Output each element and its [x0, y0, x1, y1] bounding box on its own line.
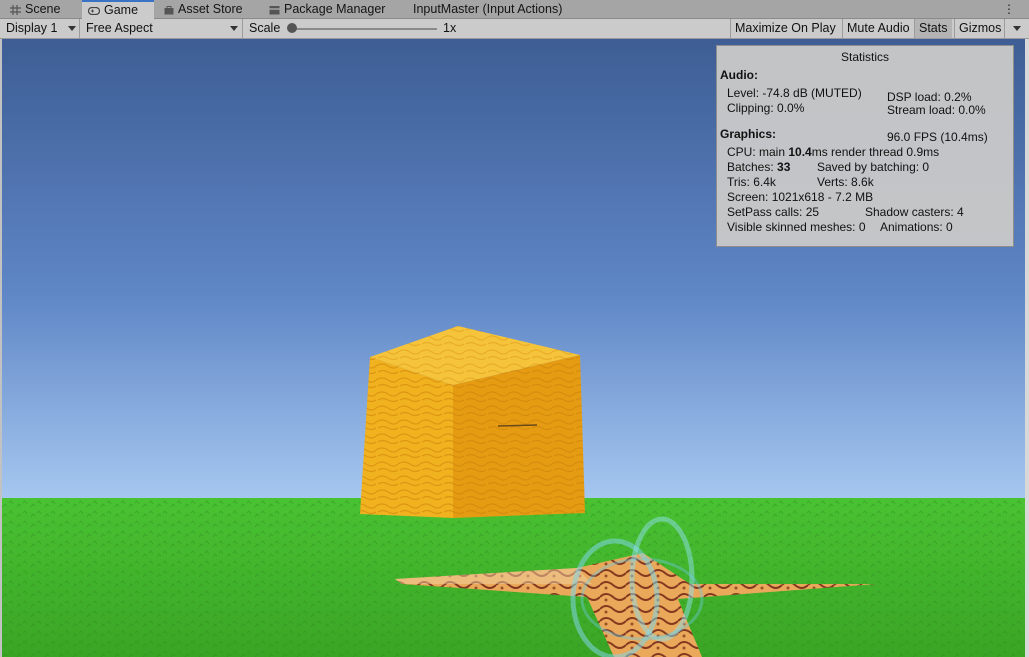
stats-batches: Batches: 33: [727, 160, 790, 174]
stats-batches-value: 33: [777, 160, 791, 174]
gamepad-icon: [88, 6, 100, 15]
tab-asset-store[interactable]: Asset Store: [164, 0, 243, 19]
tab-scene-label: Scene: [25, 2, 61, 16]
stats-saved-batching: Saved by batching: 0: [817, 160, 930, 174]
stats-audio-header: Audio:: [720, 68, 758, 82]
aspect-dropdown[interactable]: Free Aspect: [80, 19, 243, 38]
tab-package-manager-label: Package Manager: [284, 2, 386, 16]
stats-batches-prefix: Batches:: [727, 160, 778, 174]
stats-dsp-load: DSP load: 0.2%: [887, 90, 972, 104]
viewport-edge: [1025, 39, 1029, 657]
scale-slider-track[interactable]: [291, 28, 437, 30]
stats-verts: Verts: 8.6k: [817, 175, 874, 189]
scale-value: 1x: [443, 21, 457, 35]
statistics-panel: Statistics Audio: Level: -74.8 dB (MUTED…: [716, 45, 1014, 247]
stats-audio-level: Level: -74.8 dB (MUTED): [727, 86, 862, 100]
stats-graphics-header: Graphics:: [720, 127, 777, 141]
tab-game-label: Game: [104, 3, 139, 17]
stats-stream-load: Stream load: 0.0%: [887, 103, 986, 117]
game-view-toolbar: Display 1 Free Aspect Scale 1x Maximize …: [0, 19, 1029, 39]
stats-button[interactable]: Stats: [914, 19, 952, 38]
stats-cpu-prefix: CPU: main: [727, 145, 789, 159]
stats-tris: Tris: 6.4k: [727, 175, 776, 189]
stats-title: Statistics: [840, 50, 889, 64]
chevron-down-icon: [1013, 26, 1021, 31]
aspect-dropdown-label: Free Aspect: [86, 21, 153, 35]
scale-slider-handle[interactable]: [287, 23, 297, 33]
editor-tab-bar: Scene Game Asset Store Package Manager I…: [0, 0, 1029, 19]
tab-asset-store-label: Asset Store: [178, 2, 243, 16]
package-icon: [269, 5, 280, 15]
grid-icon: [10, 4, 21, 15]
scale-label: Scale: [249, 21, 281, 35]
stats-setpass: SetPass calls: 25: [727, 205, 820, 219]
chevron-down-icon: [230, 26, 238, 31]
display-dropdown[interactable]: Display 1: [0, 19, 80, 38]
cheese-cube: [360, 326, 585, 518]
tab-scene[interactable]: Scene: [10, 0, 60, 19]
stats-cpu: CPU: main 10.4ms render thread 0.9ms: [727, 145, 939, 159]
gizmos-button[interactable]: Gizmos: [954, 19, 1005, 38]
tab-inputmaster[interactable]: InputMaster (Input Actions): [413, 0, 562, 19]
display-dropdown-label: Display 1: [6, 21, 58, 35]
stats-screen: Screen: 1021x618 - 7.2 MB: [727, 190, 874, 204]
stats-cpu-suffix: ms render thread 0.9ms: [811, 145, 940, 159]
tab-package-manager[interactable]: Package Manager: [269, 0, 385, 19]
stats-shadow-casters: Shadow casters: 4: [865, 205, 964, 219]
chevron-down-icon: [68, 26, 76, 31]
mute-audio-button[interactable]: Mute Audio: [842, 19, 914, 38]
stats-clipping: Clipping: 0.0%: [727, 101, 805, 115]
stats-cpu-main: 10.4: [788, 145, 812, 159]
tab-menu-icon[interactable]: ⋮: [1003, 0, 1015, 19]
stats-animations: Animations: 0: [880, 220, 953, 234]
stats-skinned-meshes: Visible skinned meshes: 0: [727, 220, 866, 234]
gizmos-menu-button[interactable]: [1004, 19, 1029, 38]
maximize-on-play-button[interactable]: Maximize On Play: [730, 19, 840, 38]
tab-inputmaster-label: InputMaster (Input Actions): [413, 2, 563, 16]
bag-icon: [164, 5, 174, 15]
tab-game[interactable]: Game: [82, 0, 154, 19]
stats-fps: 96.0 FPS (10.4ms): [887, 130, 988, 144]
